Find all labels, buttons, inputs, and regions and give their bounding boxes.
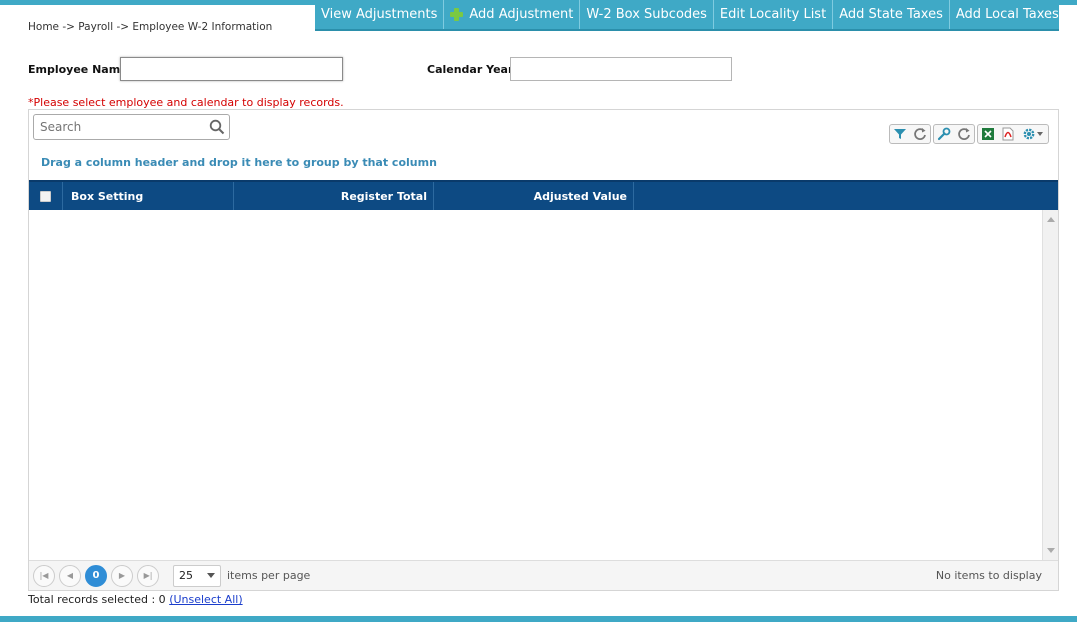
edit-locality-list-button[interactable]: Edit Locality List — [714, 0, 834, 29]
gear-icon — [1023, 128, 1035, 140]
pdf-icon — [1002, 127, 1014, 141]
grid-options-menu[interactable] — [1018, 125, 1048, 143]
page-size-value: 25 — [179, 569, 193, 582]
export-excel-button[interactable] — [978, 125, 998, 143]
wrench-icon — [937, 127, 951, 141]
select-all-checkbox[interactable] — [40, 190, 51, 202]
current-page-button[interactable]: 0 — [85, 564, 107, 587]
w2-box-subcodes-button[interactable]: W-2 Box Subcodes — [580, 0, 714, 29]
last-page-icon: ▶| — [143, 571, 153, 580]
chevron-down-icon — [207, 573, 215, 578]
search-input[interactable] — [40, 120, 210, 134]
next-page-icon: ▶ — [118, 571, 126, 580]
add-adjustment-label: Add Adjustment — [469, 7, 574, 22]
export-pdf-button[interactable] — [998, 125, 1018, 143]
group-by-hint[interactable]: Drag a column header and drop it here to… — [41, 156, 437, 169]
column-header-register-total[interactable]: Register Total — [234, 182, 434, 210]
view-adjustments-button[interactable]: View Adjustments — [315, 0, 445, 29]
refresh-icon — [914, 128, 926, 140]
chevron-down-icon — [1037, 132, 1043, 136]
vertical-scrollbar[interactable] — [1042, 210, 1058, 560]
filter-tools — [889, 124, 931, 144]
grid-body — [29, 210, 1058, 560]
selection-summary: Total records selected : 0 (Unselect All… — [28, 593, 243, 606]
items-per-page-label: items per page — [227, 569, 311, 582]
column-header-adjusted-value[interactable]: Adjusted Value — [434, 182, 634, 210]
column-header-box-setting[interactable]: Box Setting — [63, 182, 234, 210]
action-toolbar: View Adjustments Add Adjustment W-2 Box … — [315, 0, 1059, 31]
page-size-select[interactable]: 25 — [173, 564, 221, 587]
column-settings-button[interactable] — [934, 125, 954, 143]
settings-tools — [933, 124, 975, 144]
plus-icon — [450, 8, 464, 21]
grid-pager: |◀ ◀ 0 ▶ ▶| 25 items per page No items t… — [29, 560, 1058, 590]
w2-records-grid: Drag a column header and drop it here to… — [28, 109, 1059, 591]
scroll-down-icon[interactable] — [1047, 548, 1055, 553]
add-state-taxes-button[interactable]: Add State Taxes — [833, 0, 950, 29]
excel-icon — [982, 128, 994, 140]
total-records-label: Total records selected : 0 — [28, 593, 166, 606]
first-page-button[interactable]: |◀ — [33, 564, 55, 587]
employee-name-label: Employee Name — [28, 63, 128, 76]
calendar-year-label: Calendar Year — [427, 63, 514, 76]
edit-locality-list-label: Edit Locality List — [719, 7, 827, 22]
export-tools — [977, 124, 1049, 144]
scroll-up-icon[interactable] — [1047, 217, 1055, 222]
next-page-button[interactable]: ▶ — [111, 564, 133, 587]
filter-icon — [894, 129, 906, 139]
previous-page-icon: ◀ — [66, 571, 74, 580]
selection-warning: *Please select employee and calendar to … — [28, 96, 344, 109]
no-items-message: No items to display — [935, 569, 1042, 582]
refresh-icon — [958, 128, 970, 140]
select-all-cell — [29, 182, 63, 210]
add-local-taxes-button[interactable]: Add Local Taxes — [950, 0, 1065, 29]
search-icon[interactable] — [209, 119, 225, 135]
w2-box-subcodes-label: W-2 Box Subcodes — [586, 7, 707, 22]
grid-search — [33, 114, 230, 140]
grid-header: Box Setting Register Total Adjusted Valu… — [29, 180, 1058, 210]
filter-button[interactable] — [890, 125, 910, 143]
calendar-year-input[interactable] — [510, 57, 732, 81]
bottom-accent-stripe — [0, 616, 1077, 622]
breadcrumb: Home -> Payroll -> Employee W-2 Informat… — [28, 21, 273, 33]
add-local-taxes-label: Add Local Taxes — [955, 7, 1059, 22]
clear-filter-button[interactable] — [910, 125, 930, 143]
reset-settings-button[interactable] — [954, 125, 974, 143]
last-page-button[interactable]: ▶| — [137, 564, 159, 587]
employee-name-input[interactable] — [120, 57, 343, 81]
first-page-icon: |◀ — [39, 571, 49, 580]
add-adjustment-button[interactable]: Add Adjustment — [444, 0, 581, 29]
view-adjustments-label: View Adjustments — [321, 7, 438, 22]
unselect-all-link[interactable]: (Unselect All) — [169, 593, 242, 606]
add-state-taxes-label: Add State Taxes — [839, 7, 943, 22]
previous-page-button[interactable]: ◀ — [59, 564, 81, 587]
